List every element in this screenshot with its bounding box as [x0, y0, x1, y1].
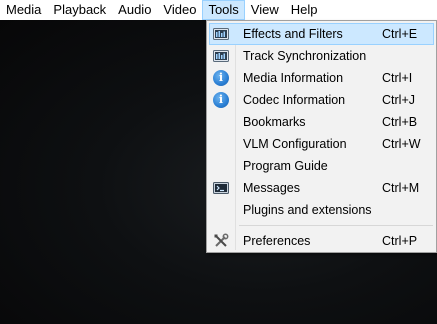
- menu-separator: [239, 225, 433, 226]
- menu-item-vlm-configuration[interactable]: VLM Configuration Ctrl+W: [209, 133, 434, 155]
- menu-audio[interactable]: Audio: [112, 0, 157, 20]
- info-icon: i: [213, 92, 229, 108]
- menu-item-bookmarks[interactable]: Bookmarks Ctrl+B: [209, 111, 434, 133]
- equalizer-icon: [213, 26, 229, 42]
- menu-item-effects-and-filters[interactable]: Effects and Filters Ctrl+E: [209, 23, 434, 45]
- menu-item-media-information[interactable]: i Media Information Ctrl+I: [209, 67, 434, 89]
- menu-item-shortcut: Ctrl+I: [382, 71, 413, 85]
- tools-dropdown-menu: Effects and Filters Ctrl+E Track Synchro…: [206, 20, 437, 253]
- menu-tools[interactable]: Tools: [202, 0, 245, 20]
- tools-icon: [213, 233, 229, 249]
- menu-item-label: Media Information: [243, 71, 344, 85]
- menu-playback[interactable]: Playback: [47, 0, 112, 20]
- menu-item-shortcut: Ctrl+W: [382, 137, 421, 151]
- menu-item-label: Preferences: [243, 234, 311, 248]
- menu-media[interactable]: Media: [0, 0, 47, 20]
- menu-item-codec-information[interactable]: i Codec Information Ctrl+J: [209, 89, 434, 111]
- menu-help[interactable]: Help: [285, 0, 324, 20]
- menu-item-label: Track Synchronization: [243, 49, 367, 63]
- menu-item-label: Effects and Filters: [243, 27, 343, 41]
- menu-item-shortcut: Ctrl+B: [382, 115, 418, 129]
- menu-item-label: Bookmarks: [243, 115, 306, 129]
- menu-item-program-guide[interactable]: Program Guide: [209, 155, 434, 177]
- menu-item-shortcut: Ctrl+J: [382, 93, 415, 107]
- menu-item-shortcut: Ctrl+M: [382, 181, 420, 195]
- menu-item-shortcut: Ctrl+P: [382, 234, 418, 248]
- menu-item-track-synchronization[interactable]: Track Synchronization: [209, 45, 434, 67]
- menu-bar: Media Playback Audio Video Tools View He…: [0, 0, 437, 20]
- equalizer-icon: [213, 48, 229, 64]
- menu-item-label: Codec Information: [243, 93, 346, 107]
- menu-item-preferences[interactable]: Preferences Ctrl+P: [209, 230, 434, 252]
- menu-item-shortcut: Ctrl+E: [382, 27, 418, 41]
- menu-view[interactable]: View: [245, 0, 285, 20]
- menu-video[interactable]: Video: [157, 0, 202, 20]
- info-icon: i: [213, 70, 229, 86]
- menu-item-label: Plugins and extensions: [243, 203, 372, 217]
- terminal-icon: [213, 180, 229, 196]
- menu-item-plugins-and-extensions[interactable]: Plugins and extensions: [209, 199, 434, 221]
- menu-item-messages[interactable]: Messages Ctrl+M: [209, 177, 434, 199]
- menu-item-label: VLM Configuration: [243, 137, 347, 151]
- menu-item-label: Messages: [243, 181, 300, 195]
- menu-item-label: Program Guide: [243, 159, 328, 173]
